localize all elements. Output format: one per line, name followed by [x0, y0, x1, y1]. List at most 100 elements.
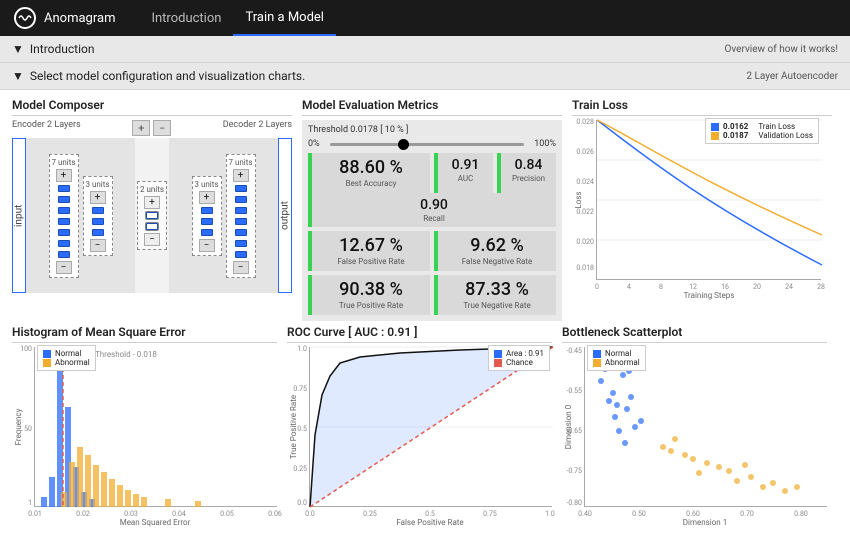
svg-text:1.0: 1.0	[297, 345, 307, 353]
caret-down-icon: ▼	[12, 69, 24, 83]
svg-text:0.024: 0.024	[576, 178, 594, 186]
bottleneck-zone: 2 units + −	[135, 138, 169, 293]
accordion-hint: Overview of how it works!	[725, 44, 838, 55]
svg-text:0.5: 0.5	[297, 425, 307, 433]
svg-text:100: 100	[20, 345, 32, 353]
svg-text:0: 0	[595, 283, 599, 291]
svg-text:0.25: 0.25	[363, 510, 377, 518]
decoder-zone: 3 units + − 7 units + −	[169, 138, 278, 293]
svg-text:-0.80: -0.80	[566, 499, 582, 507]
encoder-layer-0: 7 units + −	[49, 154, 79, 278]
svg-text:0.80: 0.80	[794, 510, 808, 518]
swatch-icon	[711, 132, 719, 140]
brand-logo-icon	[14, 7, 36, 29]
layer-remove-unit-button[interactable]: −	[199, 239, 215, 252]
scatter-chart: Bottleneck Scatterplot Normal Abnormal -…	[562, 325, 827, 507]
svg-text:8: 8	[659, 283, 663, 291]
slider-knob-icon[interactable]	[398, 139, 409, 150]
output-label: output	[278, 138, 292, 293]
svg-text:0.60: 0.60	[686, 510, 700, 518]
svg-text:16: 16	[721, 283, 729, 291]
swatch-icon	[43, 350, 51, 358]
accordion-model-config[interactable]: ▼Select model configuration and visualiz…	[0, 63, 850, 90]
section-title: Bottleneck Scatterplot	[562, 325, 827, 343]
svg-text:50: 50	[24, 425, 32, 433]
swatch-icon	[494, 350, 502, 358]
bottleneck-layer: 2 units + −	[137, 181, 167, 250]
svg-text:1.0: 1.0	[545, 510, 555, 518]
loss-legend: 0.0162 Train Loss 0.0187 Validation Loss	[705, 118, 819, 144]
svg-text:0.03: 0.03	[124, 510, 138, 518]
swatch-icon	[711, 123, 719, 131]
hist-svg: 100501 Threshold - 0.018 0.010.020.030.0…	[35, 347, 278, 507]
metric-fpr: 12.67 %False Positive Rate	[308, 231, 430, 271]
svg-text:0.05: 0.05	[220, 510, 234, 518]
layer-add-unit-button[interactable]: +	[144, 196, 160, 209]
svg-text:20: 20	[753, 283, 761, 291]
topbar: Anomagram Introduction Train a Model	[0, 0, 850, 36]
svg-text:0.06: 0.06	[268, 510, 282, 518]
metric-auc: 0.91AUC	[434, 153, 493, 193]
svg-text:0.0: 0.0	[297, 499, 307, 507]
svg-text:0.5: 0.5	[425, 510, 435, 518]
roc-legend: Area : 0.91 Chance	[488, 345, 550, 371]
layer-remove-unit-button[interactable]: −	[233, 261, 249, 274]
train-loss-chart: Train Loss 0.0162 Train Loss 0.0187 Vali…	[572, 98, 832, 321]
encoder-layer-1: 3 units + −	[83, 176, 113, 256]
metric-precision: 0.84Precision	[497, 153, 556, 193]
svg-text:0.026: 0.026	[576, 148, 594, 156]
scatter-legend: Normal Abnormal	[587, 345, 646, 371]
layer-remove-unit-button[interactable]: −	[56, 261, 72, 274]
hist-legend: Normal Abnormal	[37, 345, 96, 371]
svg-text:0.75: 0.75	[483, 510, 497, 518]
accordion-introduction[interactable]: ▼Introduction Overview of how it works!	[0, 36, 850, 63]
unit-icon	[57, 184, 71, 193]
layer-add-unit-button[interactable]: +	[233, 169, 249, 182]
metric-accuracy: 88.60 %Best Accuracy	[308, 153, 430, 193]
threshold-slider[interactable]	[330, 143, 525, 146]
tab-train-model[interactable]: Train a Model	[233, 0, 336, 36]
model-evaluation-metrics: Model Evaluation Metrics Threshold 0.017…	[302, 98, 562, 321]
svg-text:0.75: 0.75	[293, 385, 307, 393]
caret-down-icon: ▼	[12, 42, 24, 56]
svg-text:12: 12	[689, 283, 697, 291]
layer-add-unit-button[interactable]: +	[56, 169, 72, 182]
layer-add-unit-button[interactable]: +	[199, 191, 215, 204]
layer-add-unit-button[interactable]: +	[90, 191, 106, 204]
svg-text:Mean Squared Error: Mean Squared Error	[120, 518, 191, 527]
model-composer: Model Composer Encoder 2 Layers + − Deco…	[12, 98, 292, 321]
slider-max: 100%	[534, 139, 556, 149]
layer-remove-unit-button[interactable]: −	[90, 239, 106, 252]
threshold-label: Threshold 0.0178 [ 10 % ]	[308, 125, 408, 135]
svg-text:Threshold - 0.018: Threshold - 0.018	[95, 350, 157, 359]
svg-text:0.020: 0.020	[576, 238, 594, 246]
metric-recall: 0.90Recall	[308, 193, 556, 227]
svg-text:Frequency: Frequency	[14, 408, 23, 445]
svg-text:0.02: 0.02	[76, 510, 90, 518]
svg-text:-0.75: -0.75	[566, 467, 582, 475]
brand-name: Anomagram	[44, 11, 115, 26]
svg-text:0.40: 0.40	[578, 510, 592, 518]
layer-remove-unit-button[interactable]: −	[144, 233, 160, 246]
encoder-remove-layer-button[interactable]: −	[153, 120, 171, 136]
svg-text:Loss: Loss	[574, 191, 583, 208]
decoder-label: Decoder 2 Layers	[223, 120, 292, 136]
metric-fnr: 9.62 %False Negative Rate	[434, 231, 556, 271]
tab-introduction[interactable]: Introduction	[139, 0, 233, 36]
encoder-label: Encoder 2 Layers	[12, 120, 81, 136]
swatch-icon	[43, 359, 51, 367]
svg-text:Training Steps: Training Steps	[684, 291, 735, 300]
decoder-layer-1: 7 units + −	[226, 154, 256, 278]
accordion-hint: 2 Layer Autoencoder	[746, 71, 838, 82]
svg-text:28: 28	[817, 283, 825, 291]
metric-tpr: 90.38 %True Positive Rate	[308, 275, 430, 315]
input-label: input	[12, 138, 26, 293]
svg-text:0.018: 0.018	[576, 264, 594, 272]
scatter-svg: -0.45-0.55-0.65-0.75-0.80 0.400.500.600.…	[585, 347, 828, 507]
roc-svg: 1.00.750.50.250.0 0.00.250.50.751.0 True…	[310, 347, 553, 507]
swatch-icon	[593, 350, 601, 358]
encoder-add-layer-button[interactable]: +	[132, 120, 150, 136]
section-title: Histogram of Mean Square Error	[12, 325, 277, 343]
metric-tnr: 87.33 %True Negative Rate	[434, 275, 556, 315]
brand: Anomagram	[14, 7, 115, 29]
